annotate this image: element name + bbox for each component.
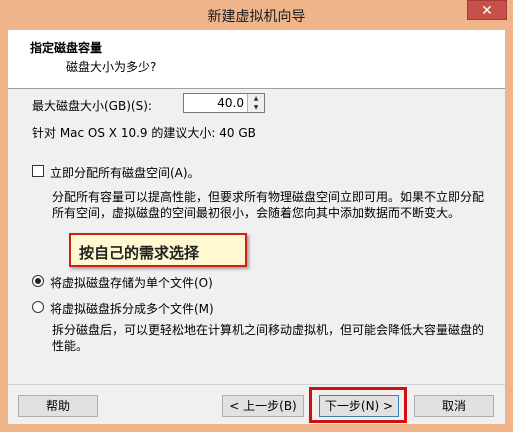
next-button[interactable]: 下一步(N) > (319, 395, 399, 417)
multi-file-label[interactable]: 将虚拟磁盘拆分成多个文件(M) (50, 300, 214, 317)
allocate-description: 分配所有容量可以提高性能，但要求所有物理磁盘空间立即可用。如果不立即分配所有空间… (52, 190, 485, 220)
multi-file-radio[interactable] (32, 301, 44, 313)
max-disk-size-input[interactable]: 40.0 (186, 96, 244, 110)
wizard-window: 新建虚拟机向导 ✕ 指定磁盘容量 磁盘大小为多少? 最大磁盘大小(GB)(S):… (0, 0, 513, 432)
spin-down-icon[interactable]: ▼ (247, 103, 264, 112)
footer-divider (8, 384, 505, 385)
back-button[interactable]: < 上一步(B) (222, 395, 304, 417)
split-description: 拆分磁盘后，可以更轻松地在计算机之间移动虚拟机，但可能会降低大容量磁盘的性能。 (52, 323, 485, 353)
single-file-label[interactable]: 将虚拟磁盘存储为单个文件(O) (50, 274, 213, 291)
annotation-callout: 按自己的需求选择 (69, 233, 247, 267)
page-title: 指定磁盘容量 (30, 41, 103, 55)
radio-selected-dot (35, 278, 41, 284)
max-disk-size-label: 最大磁盘大小(GB)(S): (32, 99, 152, 113)
recommended-size-text: 针对 Mac OS X 10.9 的建议大小: 40 GB (32, 126, 256, 140)
annotation-text: 按自己的需求选择 (79, 244, 200, 262)
wizard-header: 指定磁盘容量 磁盘大小为多少? (8, 30, 505, 89)
single-file-radio[interactable] (32, 275, 44, 287)
close-button[interactable]: ✕ (467, 0, 507, 20)
window-title: 新建虚拟机向导 (207, 9, 306, 25)
allocate-all-checkbox[interactable] (32, 165, 44, 177)
help-button[interactable]: 帮助 (18, 395, 98, 417)
page-subtitle: 磁盘大小为多少? (66, 60, 157, 74)
title-bar[interactable]: 新建虚拟机向导 ✕ (0, 0, 513, 30)
allocate-all-label[interactable]: 立即分配所有磁盘空间(A)。 (50, 164, 200, 181)
dialog-body: 指定磁盘容量 磁盘大小为多少? 最大磁盘大小(GB)(S): 40.0 ▲ ▼ … (8, 30, 505, 424)
cancel-button[interactable]: 取消 (414, 395, 494, 417)
max-disk-size-stepper[interactable]: 40.0 ▲ ▼ (183, 93, 265, 113)
